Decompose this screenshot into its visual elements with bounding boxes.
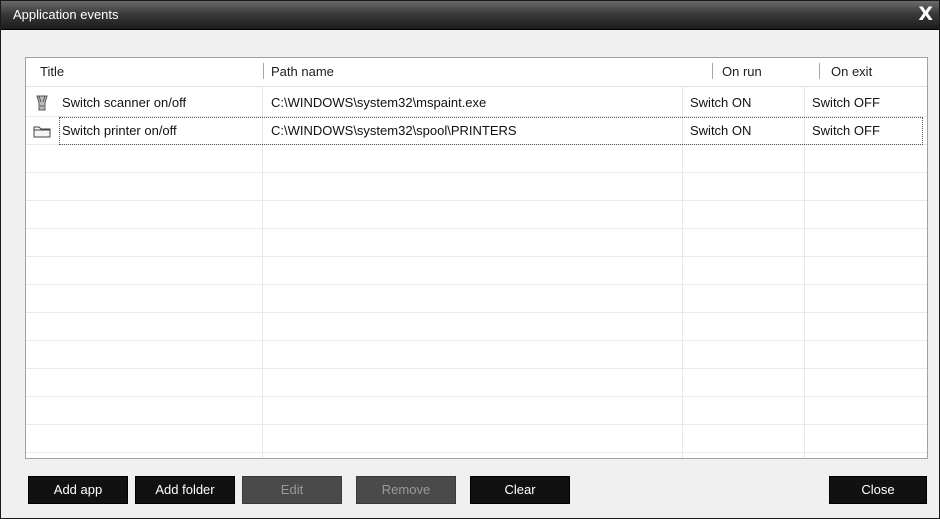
empty-row <box>26 173 927 201</box>
add-app-button[interactable]: Add app <box>28 476 128 504</box>
table-row[interactable]: Switch scanner on/off C:\WINDOWS\system3… <box>26 89 927 117</box>
scanner-icon <box>32 93 52 113</box>
empty-row <box>26 313 927 341</box>
column-separator[interactable] <box>819 63 820 79</box>
list-header: Title Path name On run On exit <box>26 58 927 87</box>
close-button[interactable]: Close <box>829 476 927 504</box>
clear-button[interactable]: Clear <box>470 476 570 504</box>
empty-row <box>26 145 927 173</box>
title-bar[interactable]: Application events X <box>1 1 939 30</box>
edit-button[interactable]: Edit <box>242 476 342 504</box>
close-window-icon[interactable]: X <box>918 3 933 25</box>
window-title: Application events <box>13 7 119 22</box>
column-header-path-name[interactable]: Path name <box>271 58 334 86</box>
remove-button[interactable]: Remove <box>356 476 456 504</box>
column-separator[interactable] <box>263 63 264 79</box>
column-header-on-run[interactable]: On run <box>722 58 762 86</box>
folder-icon <box>32 121 52 141</box>
empty-row <box>26 425 927 453</box>
row-on-exit: Switch OFF <box>812 95 880 110</box>
column-separator[interactable] <box>712 63 713 79</box>
empty-row <box>26 341 927 369</box>
empty-row <box>26 257 927 285</box>
application-events-window: Application events X Title Path name On … <box>0 0 940 519</box>
column-header-title[interactable]: Title <box>40 58 64 86</box>
add-folder-button[interactable]: Add folder <box>135 476 235 504</box>
empty-row <box>26 397 927 425</box>
row-path: C:\WINDOWS\system32\mspaint.exe <box>271 95 487 110</box>
empty-row <box>26 285 927 313</box>
column-header-on-exit[interactable]: On exit <box>831 58 872 86</box>
empty-row <box>26 369 927 397</box>
empty-row <box>26 201 927 229</box>
empty-row <box>26 229 927 257</box>
focus-rectangle <box>59 117 923 145</box>
row-title: Switch scanner on/off <box>62 95 187 110</box>
row-on-run: Switch ON <box>690 95 752 110</box>
events-list[interactable]: Title Path name On run On exit Switch sc… <box>25 57 928 459</box>
